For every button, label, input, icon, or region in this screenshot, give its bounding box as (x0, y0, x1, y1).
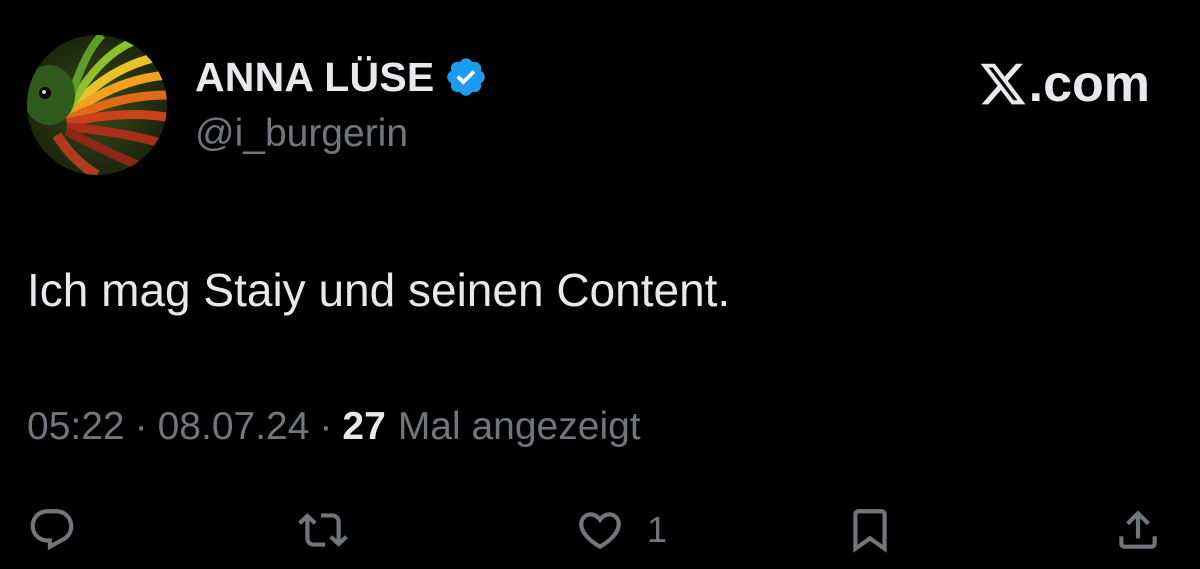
x-logo-icon (980, 63, 1026, 105)
share-button[interactable] (1113, 500, 1163, 560)
share-icon (1119, 510, 1157, 549)
action-bar: 1 (0, 500, 1200, 560)
meta-separator: · (319, 405, 333, 448)
tweet-date[interactable]: 08.07.24 (158, 405, 310, 449)
bookmark-icon (853, 509, 887, 553)
tweet-time[interactable]: 05:22 (27, 405, 125, 449)
tweet-card: ANNA LÜSE @i_burgerin .com Ich mag Staiy… (0, 0, 1200, 569)
avatar[interactable] (27, 35, 167, 175)
like-count: 1 (647, 509, 668, 550)
like-button[interactable]: 1 (575, 500, 667, 560)
tweet-text: Ich mag Staiy und seinen Content. (27, 264, 731, 316)
views-label: Mal angezeigt (397, 405, 641, 448)
retweet-button[interactable] (298, 500, 348, 560)
author-name-row: ANNA LÜSE (195, 52, 488, 102)
reply-icon (30, 509, 74, 551)
retweet-icon (298, 513, 348, 547)
author-handle[interactable]: @i_burgerin (195, 112, 408, 156)
verified-badge-icon[interactable] (444, 55, 488, 99)
brand-logo: .com (977, 52, 1150, 116)
avatar-image (27, 35, 167, 175)
author-display-name[interactable]: ANNA LÜSE (195, 54, 434, 101)
tweet-meta: 05:22 · 08.07.24 · 27 Mal angezeigt (27, 405, 641, 449)
views-count: 27 (342, 405, 386, 448)
brand-domain-text: .com (1028, 55, 1150, 113)
bookmark-button[interactable] (845, 500, 895, 560)
reply-button[interactable] (27, 500, 77, 560)
heart-icon (579, 512, 621, 550)
meta-separator: · (134, 405, 148, 448)
